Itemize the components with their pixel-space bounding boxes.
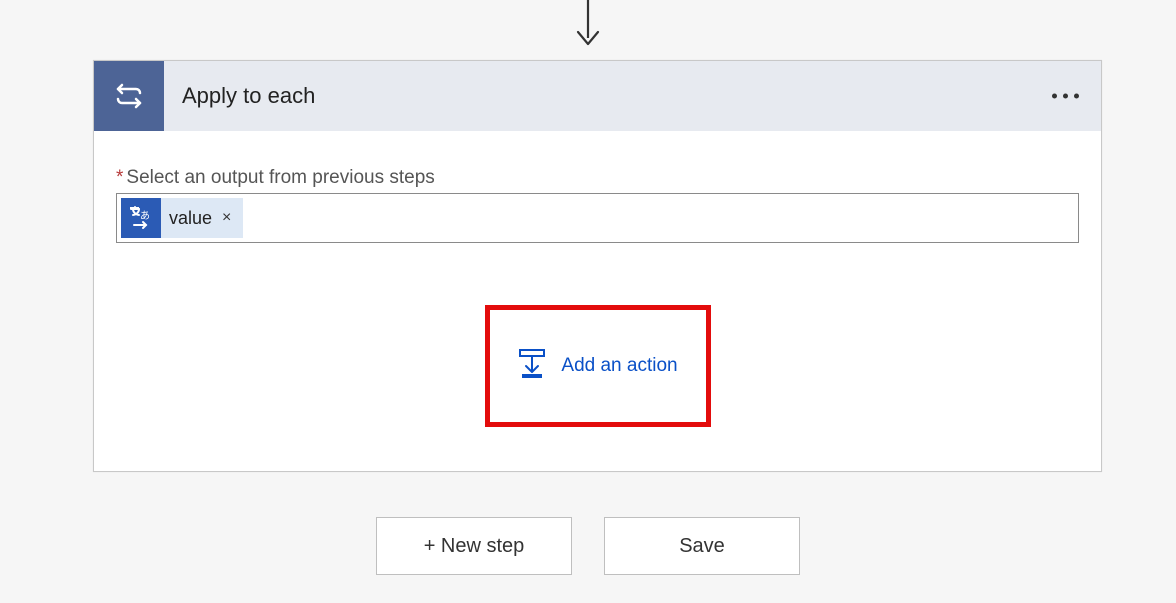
save-label: Save <box>679 535 725 558</box>
more-options-button[interactable] <box>1044 86 1087 107</box>
card-header[interactable]: Apply to each <box>94 61 1101 131</box>
insert-action-icon <box>517 348 547 385</box>
connector-arrow-down <box>573 0 603 57</box>
dynamic-content-token[interactable]: あ value × <box>121 198 243 238</box>
add-an-action-label: Add an action <box>561 355 677 377</box>
translate-icon: あ <box>121 198 161 238</box>
add-an-action-button[interactable]: Add an action <box>507 342 687 391</box>
svg-text:あ: あ <box>140 210 150 222</box>
new-step-button[interactable]: + New step <box>376 517 572 575</box>
field-label: *Select an output from previous steps <box>116 167 1079 189</box>
highlight-frame: Add an action <box>485 305 711 427</box>
token-remove-button[interactable]: × <box>218 207 235 229</box>
select-output-input[interactable]: あ value × <box>116 193 1079 243</box>
token-label: value <box>169 208 212 229</box>
card-title: Apply to each <box>182 83 315 109</box>
field-label-text: Select an output from previous steps <box>126 167 434 188</box>
loop-icon <box>94 61 164 131</box>
required-asterisk: * <box>116 167 123 188</box>
save-button[interactable]: Save <box>604 517 800 575</box>
apply-to-each-step-card: Apply to each *Select an output from pre… <box>93 60 1102 472</box>
new-step-label: + New step <box>424 535 525 558</box>
